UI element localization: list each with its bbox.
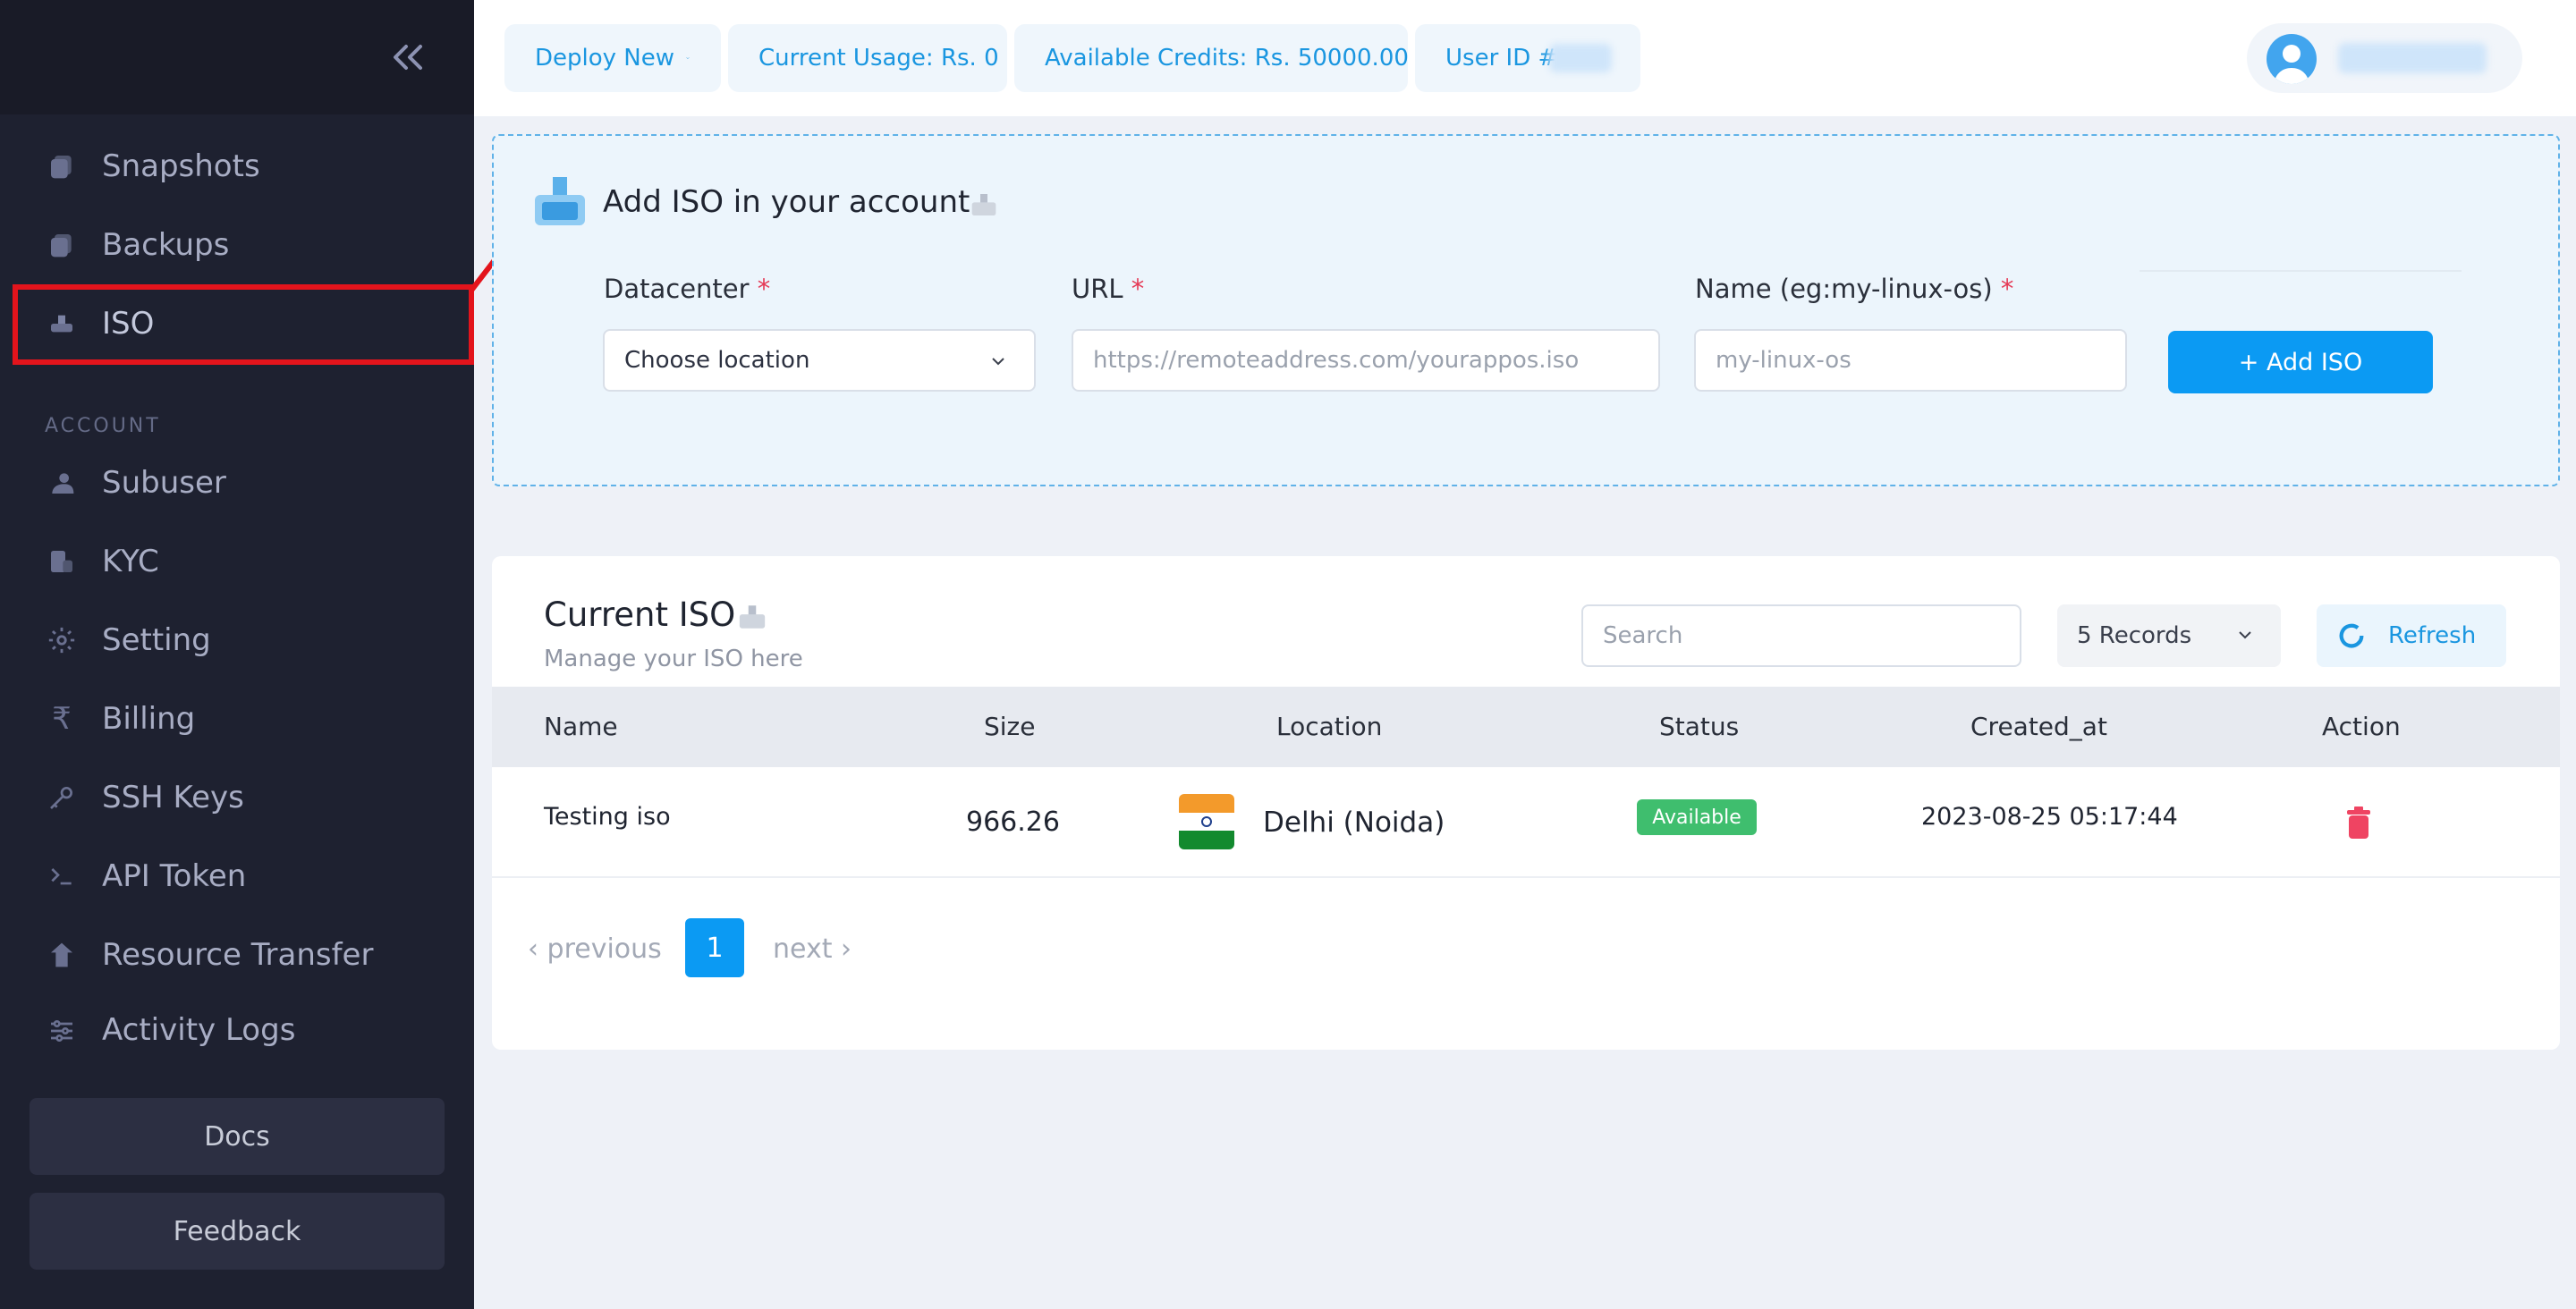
chevron-down-icon: [992, 358, 1004, 366]
user-avatar-icon: [2274, 45, 2309, 84]
india-flag-icon: [1179, 794, 1234, 849]
column-header-location[interactable]: Location: [1276, 712, 1382, 741]
sidebar: Snapshots Backups ISO ACCOUNT Subuser KY…: [0, 0, 474, 1309]
name-label: Name (eg:my-linux-os) *: [1695, 274, 2014, 304]
snapshot-icon: [45, 149, 79, 183]
refresh-label: Refresh: [2388, 622, 2477, 649]
pagination-page-1[interactable]: 1: [685, 918, 744, 977]
available-credits-pill: Available Credits: Rs. 50000.00: [1014, 24, 1409, 92]
sidebar-item-billing[interactable]: ₹ Billing: [0, 681, 474, 756]
sidebar-item-label: Resource Transfer: [102, 937, 374, 973]
rupee-icon: ₹: [52, 701, 72, 737]
status-badge: Available: [1637, 799, 1757, 835]
sidebar-item-label: KYC: [102, 544, 159, 579]
iso-drive-icon: [971, 194, 996, 215]
sidebar-item-backups[interactable]: Backups: [0, 207, 474, 283]
records-per-page-select[interactable]: 5 Records: [2057, 604, 2281, 667]
pagination-previous[interactable]: ‹ previous: [528, 933, 662, 965]
datacenter-value: Choose location: [624, 347, 810, 374]
account-section-label: ACCOUNT: [45, 415, 161, 437]
divider: [492, 876, 2560, 878]
deploy-new-label: Deploy New: [535, 45, 675, 72]
current-iso-title: Current ISO: [544, 595, 736, 634]
column-header-created-at[interactable]: Created_at: [1970, 712, 2107, 741]
iso-location-cell: Delhi (Noida): [1263, 807, 1445, 839]
user-id-pill: User ID #: [1415, 24, 1640, 92]
current-iso-subtitle: Manage your ISO here: [544, 646, 803, 672]
collapse-sidebar-icon[interactable]: [386, 36, 429, 79]
transfer-icon: [45, 938, 79, 972]
column-header-action: Action: [2322, 712, 2401, 741]
column-header-status[interactable]: Status: [1659, 712, 1739, 741]
column-header-size[interactable]: Size: [984, 712, 1035, 741]
sidebar-item-setting[interactable]: Setting: [0, 603, 474, 678]
refresh-button[interactable]: Refresh: [2317, 604, 2506, 667]
iso-drive-icon: [535, 177, 585, 225]
datacenter-select[interactable]: Choose location: [603, 329, 1036, 392]
sidebar-item-subuser[interactable]: Subuser: [0, 445, 474, 520]
records-value: 5 Records: [2077, 622, 2192, 649]
add-iso-title: Add ISO in your account: [603, 184, 970, 220]
sidebar-item-kyc[interactable]: KYC: [0, 524, 474, 599]
iso-size-cell: 966.26: [966, 807, 1060, 838]
sidebar-item-label: Backups: [102, 227, 230, 263]
sidebar-item-label: Activity Logs: [102, 1012, 296, 1048]
search-input[interactable]: Search: [1581, 604, 2021, 667]
avatar[interactable]: [2267, 34, 2317, 84]
chevron-down-icon: [686, 57, 690, 60]
subuser-icon: [45, 466, 79, 500]
sidebar-item-label: Setting: [102, 622, 211, 658]
gear-icon: [45, 623, 79, 657]
backup-icon: [45, 228, 79, 262]
iso-drive-icon: [739, 605, 766, 629]
datacenter-label: Datacenter *: [604, 274, 771, 304]
sliders-icon: [45, 1014, 79, 1048]
sidebar-item-snapshots[interactable]: Snapshots: [0, 129, 474, 204]
sidebar-item-label: API Token: [102, 858, 247, 894]
iso-created-at-cell: 2023-08-25 05:17:44: [1921, 803, 2178, 831]
sidebar-item-label: SSH Keys: [102, 780, 244, 815]
user-id-label: User ID #: [1445, 45, 1558, 72]
highlight-annotation-box: [13, 284, 474, 365]
pagination-next[interactable]: next ›: [773, 933, 852, 965]
sidebar-item-label: Subuser: [102, 465, 226, 501]
sidebar-item-activity-logs[interactable]: Activity Logs: [0, 992, 474, 1060]
table-header: [492, 687, 2560, 767]
column-header-name[interactable]: Name: [544, 712, 618, 741]
delete-icon[interactable]: [2345, 807, 2372, 839]
kyc-icon: [45, 545, 79, 578]
url-input[interactable]: https://remoteaddress.com/yourappos.iso: [1072, 329, 1660, 392]
key-icon: [45, 781, 79, 815]
add-iso-button[interactable]: + Add ISO: [2168, 331, 2433, 393]
iso-name-cell: Testing iso: [544, 803, 671, 831]
sidebar-item-label: Billing: [102, 701, 196, 737]
sidebar-item-api-token[interactable]: API Token: [0, 839, 474, 914]
divider: [2140, 270, 2462, 272]
sidebar-item-resource-transfer[interactable]: Resource Transfer: [0, 917, 474, 992]
deploy-new-dropdown[interactable]: Deploy New: [504, 24, 721, 92]
refresh-icon: [2339, 623, 2364, 648]
sidebar-item-label: Snapshots: [102, 148, 260, 184]
redacted-user-name: [2338, 43, 2487, 73]
feedback-button[interactable]: Feedback: [30, 1193, 445, 1270]
iso-name-input[interactable]: my-linux-os: [1694, 329, 2127, 392]
url-label: URL *: [1072, 274, 1145, 304]
redacted-user-id: [1549, 44, 1612, 72]
docs-button[interactable]: Docs: [30, 1098, 445, 1175]
terminal-icon: [45, 859, 79, 893]
chevron-down-icon: [2239, 631, 2251, 639]
current-usage-pill: Current Usage: Rs. 0: [728, 24, 1007, 92]
sidebar-item-ssh-keys[interactable]: SSH Keys: [0, 760, 474, 835]
